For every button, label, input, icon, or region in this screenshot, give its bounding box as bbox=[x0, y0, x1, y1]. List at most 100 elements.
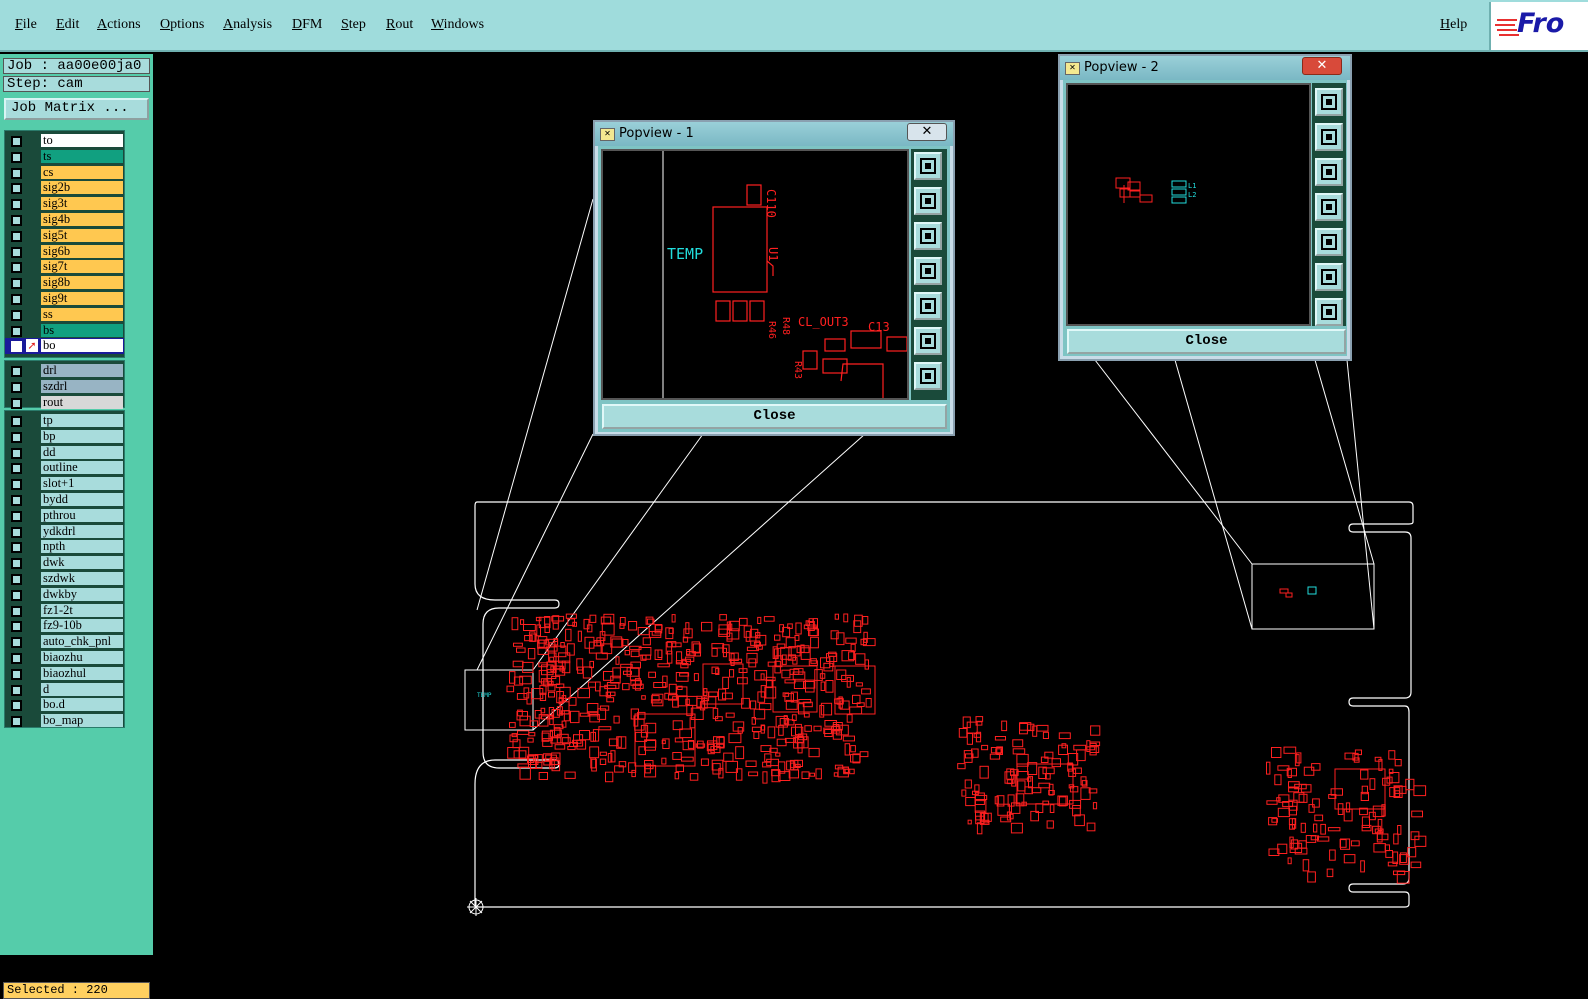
layer-name[interactable]: bydd bbox=[41, 493, 123, 506]
popview-1-close-button[interactable]: Close bbox=[602, 404, 947, 429]
zoom-in-icon[interactable] bbox=[1315, 263, 1343, 291]
layer-name[interactable]: bo_map bbox=[41, 714, 123, 728]
pan-left-icon[interactable] bbox=[1315, 193, 1343, 221]
layer-name[interactable]: outline bbox=[41, 461, 123, 475]
layer-row-tp[interactable]: tp bbox=[5, 413, 124, 429]
layer-row-slot+1[interactable]: slot+1 bbox=[5, 476, 124, 492]
layer-checkbox[interactable] bbox=[11, 463, 22, 475]
pan-left-icon[interactable] bbox=[914, 257, 942, 285]
layer-row-ydkdrl[interactable]: ydkdrl bbox=[5, 524, 124, 540]
layer-name[interactable]: sig3t bbox=[41, 197, 123, 211]
layer-row-bydd[interactable]: bydd bbox=[5, 492, 124, 508]
layer-name[interactable]: fz1-2t bbox=[41, 603, 123, 617]
layer-checkbox[interactable] bbox=[11, 151, 22, 163]
layer-row-ss[interactable]: ss bbox=[5, 307, 124, 323]
menu-windows[interactable]: Windows bbox=[431, 17, 484, 33]
layer-name[interactable]: dd bbox=[41, 445, 123, 459]
layer-checkbox[interactable] bbox=[11, 716, 22, 728]
layer-row-npth[interactable]: npth bbox=[5, 539, 124, 555]
layer-row-bs[interactable]: bs bbox=[5, 323, 124, 339]
layer-checkbox[interactable] bbox=[11, 605, 22, 617]
layer-checkbox[interactable] bbox=[11, 136, 22, 147]
layer-name[interactable]: slot+1 bbox=[41, 477, 123, 491]
layer-checkbox[interactable] bbox=[11, 447, 22, 459]
layer-checkbox[interactable] bbox=[11, 381, 22, 393]
layer-row-d[interactable]: d bbox=[5, 682, 124, 698]
popview-2-view[interactable]: L1 L2 bbox=[1066, 83, 1311, 326]
layer-checkbox[interactable] bbox=[11, 653, 22, 664]
layer-row-ts[interactable]: ts bbox=[5, 149, 124, 165]
pan-down-icon[interactable] bbox=[1315, 158, 1343, 186]
layer-checkbox[interactable] bbox=[11, 199, 22, 211]
popview-2-close-button[interactable]: Close bbox=[1067, 329, 1346, 354]
layer-row-sig2b[interactable]: sig2b bbox=[5, 180, 124, 196]
layer-name[interactable]: biaozhu bbox=[41, 651, 123, 664]
layer-row-szdwk[interactable]: szdwk bbox=[5, 571, 124, 587]
layer-row-dwkby[interactable]: dwkby bbox=[5, 587, 124, 603]
menu-file[interactable]: File bbox=[15, 17, 37, 33]
layer-row-sig3t[interactable]: sig3t bbox=[5, 196, 124, 212]
layer-row-cs[interactable]: cs bbox=[5, 165, 124, 181]
layer-name[interactable]: cs bbox=[41, 165, 123, 179]
layer-checkbox[interactable] bbox=[11, 366, 22, 377]
layer-name[interactable]: bp bbox=[41, 429, 123, 443]
layer-row-fz9-10b[interactable]: fz9-10b bbox=[5, 618, 124, 634]
close-icon[interactable]: ✕ bbox=[907, 123, 947, 141]
menu-options[interactable]: Options bbox=[160, 17, 204, 33]
layer-checkbox[interactable] bbox=[11, 230, 22, 242]
layer-row-dd[interactable]: dd bbox=[5, 445, 124, 461]
layer-checkbox[interactable] bbox=[11, 495, 22, 506]
layer-name[interactable]: tp bbox=[41, 414, 123, 427]
pan-up-icon[interactable] bbox=[914, 187, 942, 215]
layer-name[interactable]: sig4b bbox=[41, 213, 123, 226]
layer-name[interactable]: ydkdrl bbox=[41, 524, 123, 538]
pan-up-icon[interactable] bbox=[1315, 123, 1343, 151]
layer-checkbox[interactable] bbox=[11, 416, 22, 427]
job-matrix-button[interactable]: Job Matrix ... bbox=[4, 98, 149, 120]
layer-name[interactable]: ss bbox=[41, 307, 123, 321]
layer-row-bo_map[interactable]: bo_map bbox=[5, 713, 124, 729]
close-icon[interactable]: ✕ bbox=[1302, 57, 1342, 75]
layer-row-drl[interactable]: drl bbox=[5, 363, 124, 379]
zoom-in-icon[interactable] bbox=[914, 327, 942, 355]
layer-name[interactable]: bs bbox=[41, 323, 123, 337]
layer-row-outline[interactable]: outline bbox=[5, 460, 124, 476]
layer-checkbox[interactable] bbox=[11, 637, 22, 649]
zoom-out-icon[interactable] bbox=[1315, 298, 1343, 326]
layer-checkbox[interactable] bbox=[11, 309, 22, 321]
layer-row-bo[interactable]: ➚ bo bbox=[5, 338, 124, 355]
layer-checkbox[interactable] bbox=[11, 397, 22, 409]
layer-name[interactable]: bo.d bbox=[41, 698, 123, 712]
layer-name[interactable]: dwk bbox=[41, 556, 123, 570]
layer-checkbox[interactable] bbox=[11, 341, 22, 353]
layer-name[interactable]: fz9-10b bbox=[41, 619, 123, 633]
layer-name[interactable]: d bbox=[41, 682, 123, 696]
menu-help[interactable]: Help bbox=[1440, 17, 1467, 33]
zoom-fit-icon[interactable] bbox=[1315, 88, 1343, 116]
layer-checkbox[interactable] bbox=[11, 479, 22, 491]
layer-checkbox[interactable] bbox=[11, 294, 22, 305]
layer-name[interactable]: bo bbox=[41, 339, 123, 353]
layer-checkbox[interactable] bbox=[11, 183, 22, 195]
layer-name[interactable]: dwkby bbox=[41, 587, 123, 601]
popview-1-view[interactable]: C110 U1 R46 R48 CL_OUT3 C13 R43 TEMP bbox=[601, 149, 909, 400]
pan-right-icon[interactable] bbox=[914, 292, 942, 320]
layer-checkbox[interactable] bbox=[11, 215, 22, 226]
layer-checkbox[interactable] bbox=[11, 589, 22, 601]
layer-name[interactable]: szdwk bbox=[41, 572, 123, 585]
layer-row-sig6b[interactable]: sig6b bbox=[5, 244, 124, 260]
layer-checkbox[interactable] bbox=[11, 668, 22, 680]
layer-checkbox[interactable] bbox=[11, 574, 22, 585]
layer-checkbox[interactable] bbox=[11, 526, 22, 538]
layer-row-to[interactable]: to bbox=[5, 133, 124, 149]
layer-row-sig8b[interactable]: sig8b bbox=[5, 275, 124, 291]
layer-row-auto_chk_pnl[interactable]: auto_chk_pnl bbox=[5, 634, 124, 650]
menu-analysis[interactable]: Analysis bbox=[223, 17, 272, 33]
layer-checkbox[interactable] bbox=[11, 542, 22, 554]
layer-name[interactable]: auto_chk_pnl bbox=[41, 635, 123, 649]
layer-name[interactable]: ts bbox=[41, 149, 123, 163]
layer-name[interactable]: pthrou bbox=[41, 508, 123, 522]
layer-checkbox[interactable] bbox=[11, 684, 22, 696]
menu-rout[interactable]: Rout bbox=[386, 17, 413, 33]
layer-checkbox[interactable] bbox=[11, 510, 22, 522]
